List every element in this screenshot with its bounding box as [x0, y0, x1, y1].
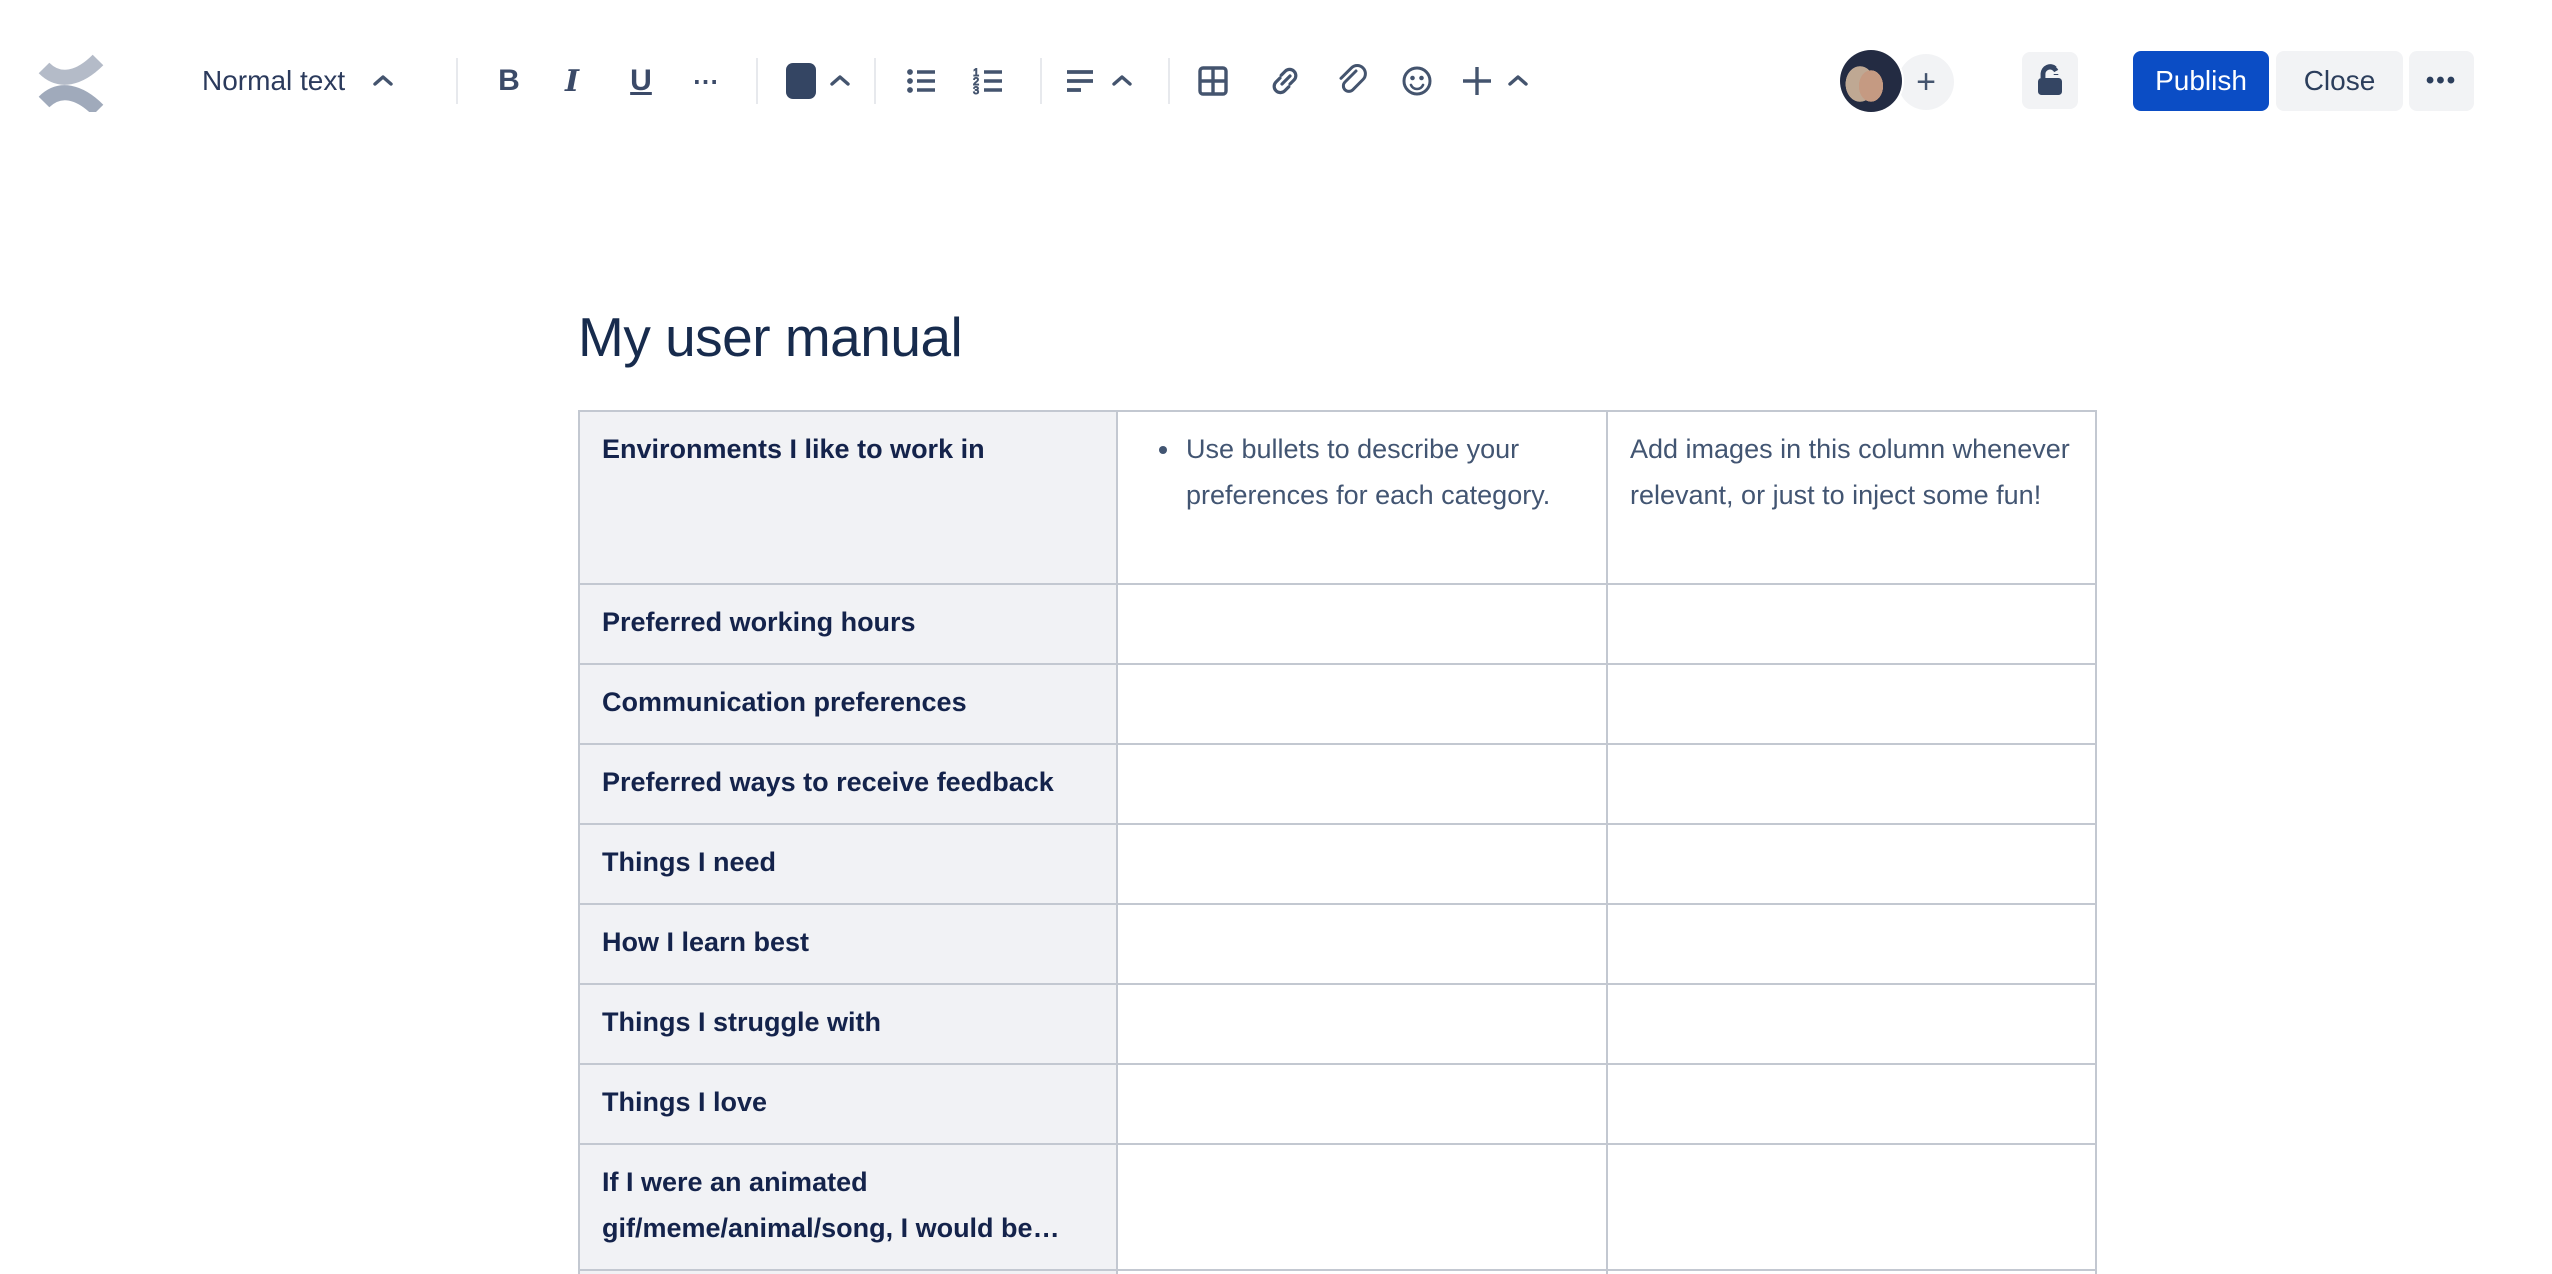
- more-formatting-button[interactable]: ⋯: [681, 53, 733, 109]
- more-actions-button[interactable]: •••: [2409, 51, 2474, 111]
- more-formatting-icon: ⋯: [692, 65, 722, 96]
- table-row: Environments I like to work in Use bullet…: [578, 410, 2097, 585]
- table-row: Preferred working hours: [578, 583, 2097, 665]
- bullet-list-button[interactable]: [896, 53, 948, 109]
- row-label-cell[interactable]: Things I love: [578, 1063, 1118, 1145]
- preferences-cell[interactable]: [1116, 1143, 1608, 1271]
- preferences-cell[interactable]: [1116, 1063, 1608, 1145]
- preferences-cell[interactable]: [1116, 983, 1608, 1065]
- chevron-up-icon: [1508, 75, 1528, 86]
- toolbar-divider: [1040, 58, 1042, 104]
- italic-icon: I: [564, 63, 580, 99]
- confluence-editor: Normal text B I U ⋯ 1 2 3 + Publish Clos…: [0, 0, 2552, 1274]
- insert-plus-icon: [1463, 67, 1491, 95]
- unlock-icon: [2038, 63, 2062, 95]
- images-cell[interactable]: [1606, 663, 2097, 745]
- toolbar-divider: [456, 58, 458, 104]
- plus-icon: +: [1916, 62, 1936, 101]
- row-label-cell[interactable]: Things I need: [578, 823, 1118, 905]
- attach-file-button[interactable]: [1325, 53, 1377, 109]
- insert-more-button[interactable]: [1458, 53, 1530, 109]
- chevron-up-icon: [373, 75, 393, 86]
- insert-link-button[interactable]: [1259, 53, 1311, 109]
- table-row: Things I struggle with: [578, 983, 2097, 1065]
- emoji-icon: [1402, 66, 1432, 96]
- images-cell[interactable]: [1606, 903, 2097, 985]
- table-row: Things I need: [578, 823, 2097, 905]
- user-manual-table: Environments I like to work in Use bullet…: [578, 410, 2097, 1274]
- invite-collaborator-button[interactable]: +: [1898, 54, 1954, 110]
- row-label-cell[interactable]: Communication preferences: [578, 663, 1118, 745]
- link-icon: [1272, 67, 1298, 95]
- text-style-label: Normal text: [202, 65, 346, 96]
- table-row: [578, 1269, 2097, 1274]
- alignment-button[interactable]: [1062, 53, 1134, 109]
- images-cell[interactable]: [1606, 823, 2097, 905]
- table-row: Communication preferences: [578, 663, 2097, 745]
- preferences-cell[interactable]: [1116, 743, 1608, 825]
- preferences-cell[interactable]: [1116, 903, 1608, 985]
- preferences-cell[interactable]: [1116, 663, 1608, 745]
- preferences-cell[interactable]: Use bullets to describe your preferences…: [1116, 410, 1608, 585]
- numbered-list-icon: 1 2 3: [973, 67, 1002, 98]
- underline-button[interactable]: U: [615, 53, 667, 109]
- insert-table-button[interactable]: [1187, 53, 1239, 109]
- images-cell[interactable]: [1606, 1143, 2097, 1271]
- row-label-cell[interactable]: Things I struggle with: [578, 983, 1118, 1065]
- page-title[interactable]: My user manual: [578, 305, 963, 369]
- svg-text:3: 3: [973, 85, 979, 97]
- close-button[interactable]: Close: [2276, 51, 2403, 111]
- toolbar-divider: [756, 58, 758, 104]
- align-left-icon: [1067, 70, 1093, 92]
- row-label-cell[interactable]: How I learn best: [578, 903, 1118, 985]
- bullet-item: Use bullets to describe your preferences…: [1182, 426, 1584, 518]
- italic-button[interactable]: I: [546, 53, 598, 109]
- preferences-cell[interactable]: [1116, 583, 1608, 665]
- chevron-up-icon: [830, 75, 850, 86]
- table-row: How I learn best: [578, 903, 2097, 985]
- avatar[interactable]: [1840, 50, 1902, 112]
- bullet-list-icon: [907, 69, 935, 93]
- row-label-cell[interactable]: Preferred ways to receive feedback: [578, 743, 1118, 825]
- chevron-up-icon: [1112, 75, 1132, 86]
- images-cell[interactable]: [1606, 1269, 2097, 1274]
- confluence-logo-icon[interactable]: [34, 50, 110, 112]
- publish-button[interactable]: Publish: [2133, 51, 2269, 111]
- toolbar-divider: [874, 58, 876, 104]
- row-label-cell[interactable]: Environments I like to work in: [578, 410, 1118, 585]
- row-label-cell[interactable]: [578, 1269, 1118, 1274]
- images-cell[interactable]: [1606, 743, 2097, 825]
- attachment-icon: [1339, 64, 1367, 93]
- toolbar-divider: [1168, 58, 1170, 104]
- row-label-cell[interactable]: Preferred working hours: [578, 583, 1118, 665]
- bold-icon: B: [498, 64, 520, 97]
- table-icon: [1198, 66, 1228, 96]
- images-cell[interactable]: [1606, 1063, 2097, 1145]
- insert-emoji-button[interactable]: [1391, 53, 1443, 109]
- underline-icon: U: [630, 64, 652, 97]
- text-color-swatch-icon: [786, 63, 816, 99]
- restrictions-button[interactable]: [2022, 52, 2078, 109]
- table-row: If I were an animated gif/meme/animal/so…: [578, 1143, 2097, 1271]
- images-cell[interactable]: Add images in this column whenever relev…: [1606, 410, 2097, 585]
- table-row: Preferred ways to receive feedback: [578, 743, 2097, 825]
- row-label-cell[interactable]: If I were an animated gif/meme/animal/so…: [578, 1143, 1118, 1271]
- images-cell[interactable]: [1606, 583, 2097, 665]
- images-cell[interactable]: [1606, 983, 2097, 1065]
- editor-toolbar: Normal text B I U ⋯ 1 2 3 + Publish Clos…: [0, 0, 2552, 130]
- text-color-button[interactable]: [786, 53, 852, 109]
- numbered-list-button[interactable]: 1 2 3: [962, 53, 1014, 109]
- bold-button[interactable]: B: [483, 53, 535, 109]
- preferences-cell[interactable]: [1116, 1269, 1608, 1274]
- table-row: Things I love: [578, 1063, 2097, 1145]
- preferences-cell[interactable]: [1116, 823, 1608, 905]
- text-style-dropdown[interactable]: Normal text: [202, 53, 395, 109]
